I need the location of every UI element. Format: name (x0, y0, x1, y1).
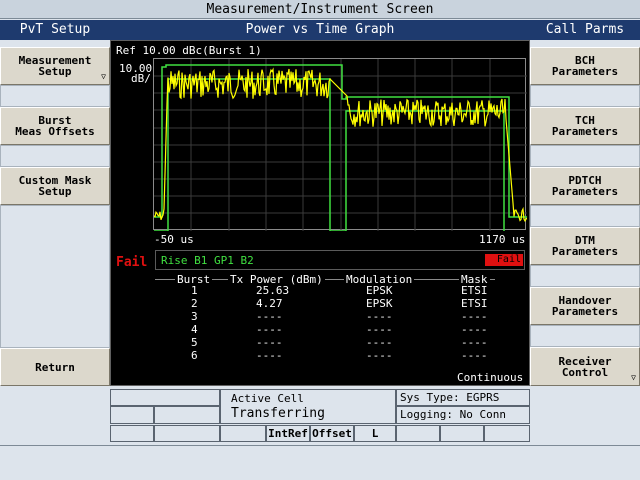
table-cell: 25.63 (256, 284, 290, 297)
burst-meas-offsets-label: Burst Meas Offsets (15, 114, 95, 138)
offset-indicator: Offset (310, 425, 354, 442)
measurement-setup-button[interactable]: Measurement Setup ▽ (0, 47, 110, 85)
right-key-spacer (530, 325, 640, 347)
table-cell: ---- (256, 336, 283, 349)
status-cell-empty (484, 425, 530, 442)
dtm-parameters-button[interactable]: DTM Parameters (530, 227, 640, 265)
pdtch-parameters-button[interactable]: PDTCH Parameters (530, 167, 640, 205)
pvt-plot-area (153, 58, 528, 232)
receiver-control-button[interactable]: Receiver Control ▽ (530, 347, 640, 386)
more-indicator-icon: ▽ (101, 72, 106, 81)
pdtch-parameters-label: PDTCH Parameters (551, 174, 619, 198)
table-cell: 6 (191, 349, 198, 362)
logging-box: Logging: No Conn (396, 406, 530, 424)
table-cell: ETSI (461, 284, 488, 297)
table-cell: ---- (461, 336, 488, 349)
left-panel-heading: PvT Setup (0, 20, 110, 40)
left-key-spacer (0, 85, 110, 107)
table-cell: 2 (191, 297, 198, 310)
table-cell: ---- (256, 323, 283, 336)
handover-parameters-label: Handover Parameters (551, 294, 619, 318)
left-key-spacer (0, 145, 110, 167)
table-cell: 5 (191, 336, 198, 349)
table-cell: 3 (191, 310, 198, 323)
more-indicator-icon: ▽ (631, 373, 636, 382)
x-start-label: -50 us (154, 233, 194, 246)
receiver-control-label: Receiver Control (558, 354, 612, 379)
sys-type-box: Sys Type: EGPRS (396, 389, 530, 406)
active-cell-box: Active Cell Transferring (220, 389, 396, 424)
table-cell: ETSI (461, 297, 488, 310)
status-cell-empty (440, 425, 484, 442)
right-panel-heading: Call Parms (530, 20, 640, 40)
table-cell: EPSK (366, 297, 393, 310)
return-button[interactable]: Return (0, 348, 110, 386)
table-cell: ---- (461, 349, 488, 362)
right-key-spacer (530, 205, 640, 227)
return-label: Return (35, 360, 75, 374)
scale-unit: dB/ (131, 72, 151, 85)
table-cell: ---- (366, 323, 393, 336)
table-cell: 4.27 (256, 297, 283, 310)
local-indicator: L (354, 425, 396, 442)
active-cell-state: Transferring (231, 406, 325, 421)
overall-result-text: Fail (116, 255, 148, 270)
status-cell-empty (220, 425, 266, 442)
pvt-trace-svg (153, 59, 528, 232)
table-cell: 1 (191, 284, 198, 297)
table-cell: ---- (366, 336, 393, 349)
custom-mask-setup-label: Custom Mask Setup (18, 174, 92, 198)
table-cell: ---- (256, 349, 283, 362)
measurement-setup-label: Measurement Setup (18, 54, 92, 78)
status-cell-empty (110, 425, 154, 442)
segment-list: Rise B1 GP1 B2 (161, 254, 254, 267)
table-cell: ---- (366, 310, 393, 323)
table-cell: EPSK (366, 284, 393, 297)
measurement-mode: Continuous (457, 371, 524, 384)
status-cell-empty (396, 425, 440, 442)
status-cell-empty (154, 425, 220, 442)
bch-parameters-button[interactable]: BCH Parameters (530, 47, 640, 85)
intref-indicator: IntRef (266, 425, 310, 442)
left-key-spacer (0, 205, 110, 348)
segment-fail-badge: Fail (485, 254, 523, 266)
custom-mask-setup-button[interactable]: Custom Mask Setup (0, 167, 110, 205)
table-cell: ---- (366, 349, 393, 362)
bottom-bar (0, 445, 640, 480)
window-title: Measurement/Instrument Screen (0, 0, 640, 19)
status-cell-empty (110, 406, 154, 424)
handover-parameters-button[interactable]: Handover Parameters (530, 287, 640, 325)
dtm-parameters-label: DTM Parameters (551, 234, 619, 258)
tch-parameters-label: TCH Parameters (551, 114, 619, 138)
table-cell: ---- (256, 310, 283, 323)
right-key-spacer (530, 85, 640, 107)
table-cell: ---- (461, 310, 488, 323)
table-cell: ---- (461, 323, 488, 336)
reference-level-text: Ref 10.00 dBc(Burst 1) (116, 44, 262, 57)
table-cell: 4 (191, 323, 198, 336)
graph-heading: Power vs Time Graph (110, 20, 530, 40)
x-end-label: 1170 us (479, 233, 526, 246)
right-key-spacer (530, 265, 640, 287)
status-cell-empty (110, 389, 220, 406)
burst-meas-offsets-button[interactable]: Burst Meas Offsets (0, 107, 110, 145)
grid-lines (154, 59, 527, 231)
status-cell-empty (154, 406, 220, 424)
right-key-spacer (530, 145, 640, 167)
bch-parameters-label: BCH Parameters (551, 54, 619, 78)
active-cell-label: Active Cell (231, 392, 304, 405)
tch-parameters-button[interactable]: TCH Parameters (530, 107, 640, 145)
